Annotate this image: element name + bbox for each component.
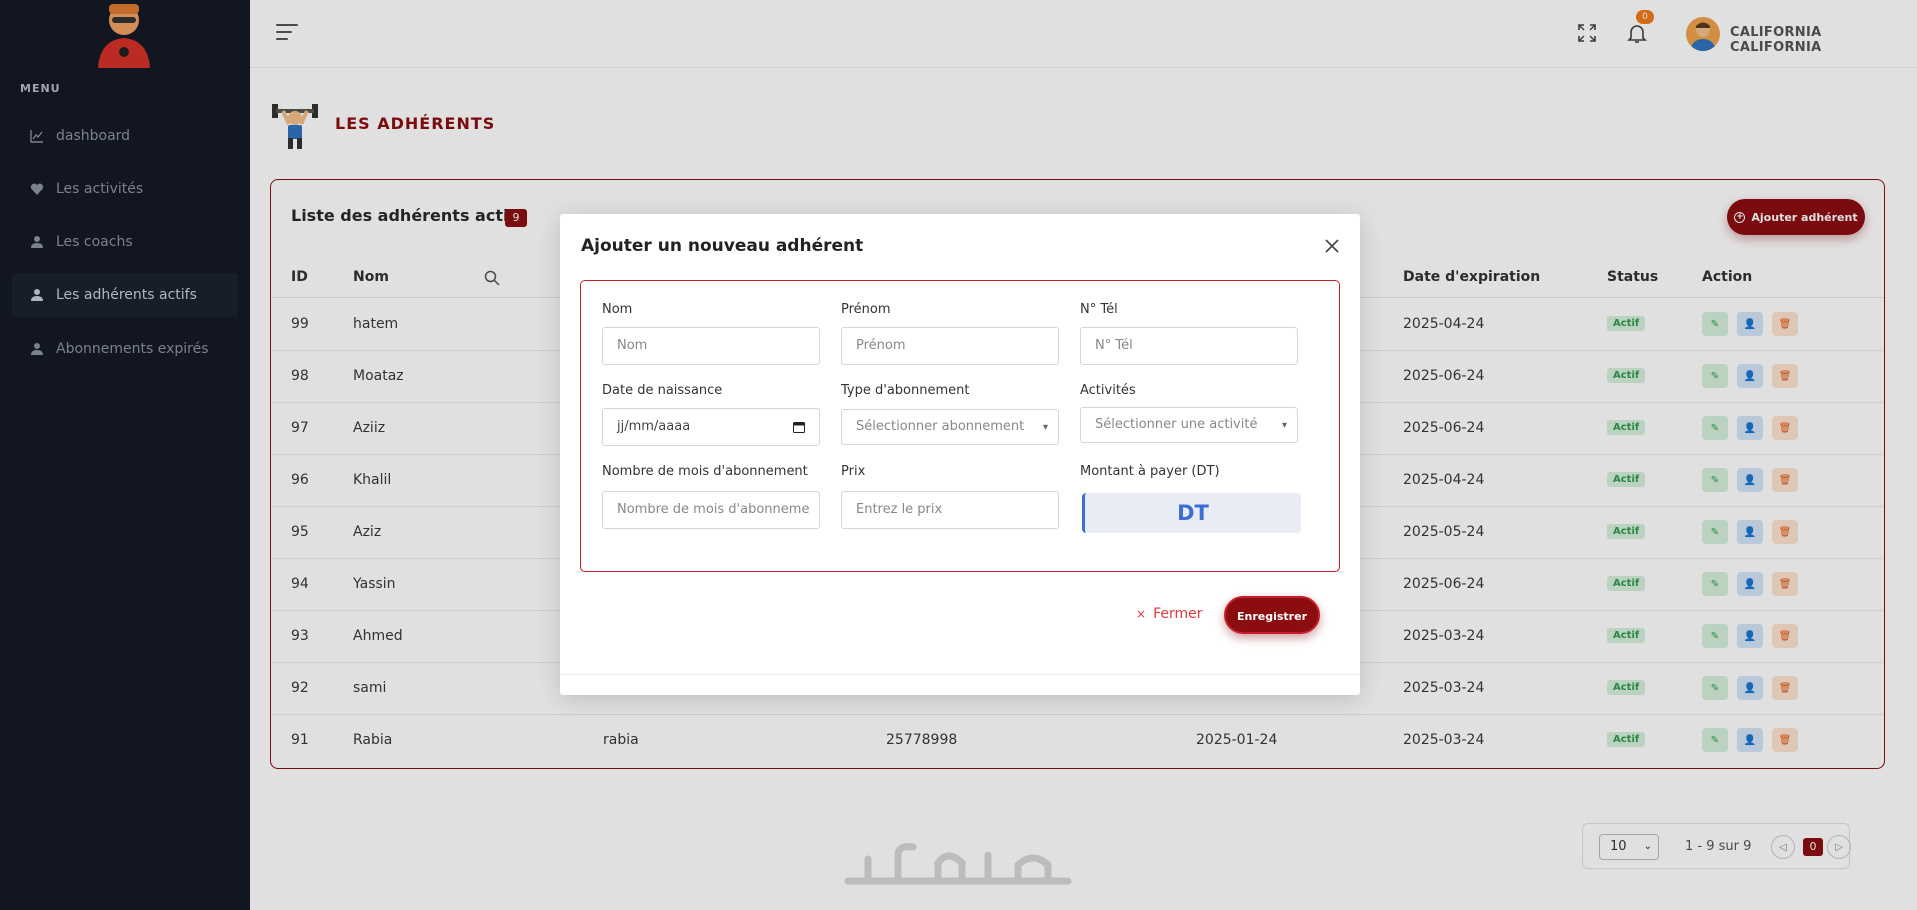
- chevron-down-icon: ▾: [1042, 422, 1048, 433]
- add-member-modal: Ajouter un nouveau adhérent Nom Nom Prén…: [560, 214, 1360, 695]
- type-abonnement-select[interactable]: Sélectionner abonnement ▾: [841, 409, 1059, 445]
- type-abonnement-value: Sélectionner abonnement: [856, 419, 1025, 434]
- prix-input[interactable]: Entrez le prix: [841, 491, 1059, 529]
- close-icon: ×: [1136, 607, 1147, 621]
- activites-select[interactable]: Sélectionner une activité ▾: [1080, 407, 1298, 443]
- montant-display: DT: [1082, 493, 1301, 533]
- chevron-down-icon: ▾: [1281, 420, 1287, 431]
- calendar-icon[interactable]: [793, 421, 805, 433]
- type-abonnement-label: Type d'abonnement: [841, 383, 970, 398]
- member-form: Nom Nom Prénom Prénom N° Tél N° Tél Date…: [580, 280, 1340, 572]
- tel-input[interactable]: N° Tél: [1080, 327, 1298, 365]
- birthdate-input[interactable]: jj/mm/aaaa: [602, 408, 820, 446]
- divider: [560, 674, 1360, 675]
- mois-input[interactable]: Nombre de mois d'abonneme: [602, 491, 820, 529]
- close-icon[interactable]: [1324, 238, 1340, 254]
- mois-label: Nombre de mois d'abonnement: [602, 464, 808, 479]
- save-button[interactable]: Enregistrer: [1224, 596, 1320, 634]
- activites-value: Sélectionner une activité: [1095, 417, 1258, 432]
- tel-label: N° Tél: [1080, 302, 1118, 317]
- naissance-label: Date de naissance: [602, 383, 723, 398]
- prenom-input[interactable]: Prénom: [841, 327, 1059, 365]
- modal-title: Ajouter un nouveau adhérent: [581, 236, 864, 256]
- fermer-label: Fermer: [1153, 606, 1203, 622]
- nom-label: Nom: [602, 302, 633, 317]
- fermer-button[interactable]: × Fermer: [1136, 606, 1202, 622]
- prenom-label: Prénom: [841, 302, 891, 317]
- nom-input[interactable]: Nom: [602, 327, 820, 365]
- montant-label: Montant à payer (DT): [1080, 464, 1220, 479]
- activites-label: Activités: [1080, 383, 1136, 398]
- birthdate-value: jj/mm/aaaa: [617, 419, 691, 434]
- prix-label: Prix: [841, 464, 866, 479]
